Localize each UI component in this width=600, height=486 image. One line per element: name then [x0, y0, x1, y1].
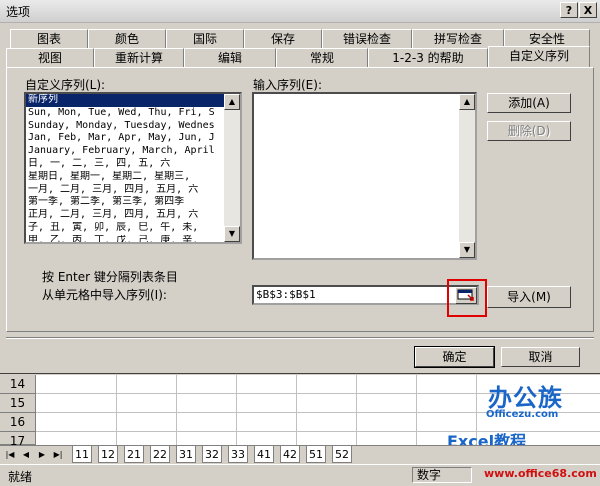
tab-general[interactable]: 常规: [276, 48, 368, 67]
tab-calculation[interactable]: 重新计算: [94, 48, 184, 67]
list-entries-textarea[interactable]: ▲ ▼: [252, 92, 477, 260]
scroll-down-icon[interactable]: ▼: [459, 242, 475, 258]
gridline: [356, 375, 357, 445]
delete-button: 删除(D): [487, 121, 571, 141]
sheet-tab-bar: |◀ ◀ ▶ ▶| 11 12 21 22 31 32 33 41 42 51 …: [0, 445, 600, 464]
list-item[interactable]: 第一季, 第二季, 第三季, 第四季: [26, 196, 224, 209]
options-dialog: 选项 ? X 图表 颜色 国际 保存 错误检查 拼写检查 安全性 视图 重新计算…: [0, 0, 600, 374]
gridline: [176, 375, 177, 445]
sheet-tab[interactable]: 31: [176, 446, 196, 463]
import-label: 从单元格中导入序列(I):: [42, 288, 167, 302]
sheet-tab[interactable]: 21: [124, 446, 144, 463]
list-entries-scrollbar[interactable]: ▲ ▼: [459, 94, 475, 258]
list-item[interactable]: 一月, 二月, 三月, 四月, 五月, 六: [26, 184, 224, 197]
sheet-tab[interactable]: 33: [228, 446, 248, 463]
ok-button[interactable]: 确定: [414, 346, 495, 368]
row-header-16[interactable]: 16: [0, 413, 36, 432]
custom-lists-listbox[interactable]: 新序列 Sun, Mon, Tue, Wed, Thu, Fri, S Sund…: [24, 92, 242, 244]
sheet-tab[interactable]: 32: [202, 446, 222, 463]
gridline: [116, 375, 117, 445]
gridline: [416, 375, 417, 445]
list-item[interactable]: January, February, March, April: [26, 145, 224, 158]
status-ready: 就绪: [8, 470, 33, 484]
enter-hint: 按 Enter 键分隔列表条目: [42, 270, 178, 284]
status-num: 数字: [412, 467, 472, 483]
first-sheet-icon[interactable]: |◀: [4, 448, 16, 461]
status-bar: 就绪 数字 www.office68.com: [0, 464, 600, 486]
gridline: [296, 375, 297, 445]
dialog-divider: [6, 337, 594, 339]
list-item[interactable]: 正月, 二月, 三月, 四月, 五月, 六: [26, 209, 224, 222]
row-header-17[interactable]: 17: [0, 432, 36, 448]
tab-chart[interactable]: 图表: [10, 29, 88, 48]
custom-lists-scrollbar[interactable]: ▲ ▼: [224, 94, 240, 242]
sheet-tab[interactable]: 51: [306, 446, 326, 463]
dialog-title: 选项: [6, 5, 31, 19]
tab-color[interactable]: 颜色: [88, 29, 166, 48]
sheet-tab[interactable]: 41: [254, 446, 274, 463]
scroll-up-icon[interactable]: ▲: [459, 94, 475, 110]
import-button[interactable]: 导入(M): [487, 286, 571, 308]
close-button[interactable]: X: [579, 2, 597, 18]
tab-error-checking[interactable]: 错误检查: [322, 29, 412, 48]
scroll-up-icon[interactable]: ▲: [224, 94, 240, 110]
list-item[interactable]: Jan, Feb, Mar, Apr, May, Jun, J: [26, 132, 224, 145]
custom-lists-label: 自定义序列(L):: [25, 78, 106, 92]
list-entries-label: 输入序列(E):: [253, 78, 322, 92]
list-entries-content: [254, 94, 459, 258]
watermark-logo: 办公族: [488, 384, 563, 412]
sheet-tab[interactable]: 12: [98, 446, 118, 463]
list-item[interactable]: Sun, Mon, Tue, Wed, Thu, Fri, S: [26, 107, 224, 120]
sheet-tab[interactable]: 42: [280, 446, 300, 463]
watermark-url2: www.office68.com: [484, 467, 597, 480]
tab-edit[interactable]: 编辑: [184, 48, 276, 67]
help-button[interactable]: ?: [560, 2, 578, 18]
sheet-tab[interactable]: 11: [72, 446, 92, 463]
list-item[interactable]: 星期日, 星期一, 星期二, 星期三,: [26, 171, 224, 184]
list-item[interactable]: 子, 丑, 寅, 卯, 辰, 巳, 午, 未,: [26, 222, 224, 235]
list-item[interactable]: 甲, 乙, 丙, 丁, 戊, 己, 庚, 辛,: [26, 235, 224, 242]
tab-international[interactable]: 国际: [166, 29, 244, 48]
import-range-input[interactable]: $B$3:$B$1: [252, 285, 479, 305]
gridline: [236, 375, 237, 445]
watermark-url: Officezu.com: [486, 409, 559, 420]
tab-view[interactable]: 视图: [6, 48, 94, 67]
last-sheet-icon[interactable]: ▶|: [52, 448, 64, 461]
list-item[interactable]: Sunday, Monday, Tuesday, Wednes: [26, 120, 224, 133]
highlight-box: [447, 279, 487, 317]
row-header-14[interactable]: 14: [0, 375, 36, 394]
sheet-tab[interactable]: 52: [332, 446, 352, 463]
tab-lotus-help[interactable]: 1-2-3 的帮助: [368, 48, 488, 67]
tab-save[interactable]: 保存: [244, 29, 322, 48]
list-item[interactable]: 日, 一, 二, 三, 四, 五, 六: [26, 158, 224, 171]
row-header-15[interactable]: 15: [0, 394, 36, 413]
scroll-down-icon[interactable]: ▼: [224, 226, 240, 242]
title-bar[interactable]: 选项 ? X: [0, 0, 600, 23]
next-sheet-icon[interactable]: ▶: [36, 448, 48, 461]
sheet-tab[interactable]: 22: [150, 446, 170, 463]
list-item[interactable]: 新序列: [26, 94, 224, 107]
custom-lists-items: 新序列 Sun, Mon, Tue, Wed, Thu, Fri, S Sund…: [26, 94, 224, 242]
tab-custom-lists[interactable]: 自定义序列: [488, 46, 590, 67]
prev-sheet-icon[interactable]: ◀: [20, 448, 32, 461]
cancel-button[interactable]: 取消: [501, 347, 580, 367]
add-button[interactable]: 添加(A): [487, 93, 571, 113]
